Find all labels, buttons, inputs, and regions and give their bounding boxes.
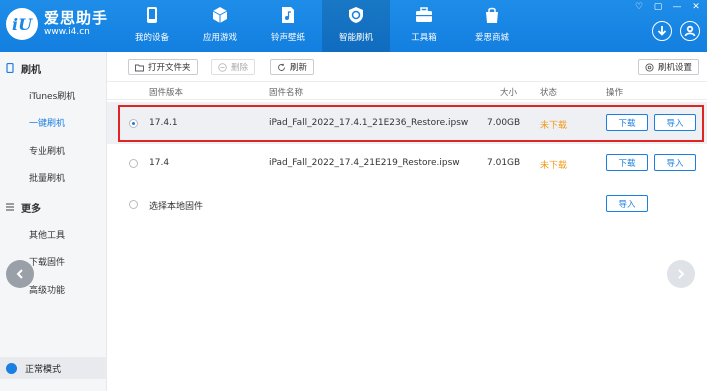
import-button[interactable]: 导入 — [654, 154, 696, 171]
nav-ringtones-wallpapers[interactable]: 铃声壁纸 — [254, 0, 322, 52]
sidebar-item-label: 下载固件 — [29, 257, 66, 268]
refresh-icon — [278, 63, 285, 71]
header-name: 固件名称 — [269, 88, 304, 98]
firmware-radio[interactable] — [129, 159, 138, 168]
local-import-button[interactable]: 导入 — [606, 195, 648, 212]
header-actions: 操作 — [606, 88, 624, 98]
main-nav: 我的设备 应用游戏 铃声壁纸 智能刷机 工具箱 爱思商城 — [118, 0, 526, 52]
phone-icon — [143, 6, 161, 24]
sidebar-item-label: 其他工具 — [29, 230, 66, 241]
sidebar: 刷机 iTunes刷机 一键刷机 专业刷机 批量刷机 更多 其他工具 下载固件 … — [0, 52, 107, 391]
firmware-version: 17.4 — [149, 158, 170, 168]
sidebar-item-one-click-flash[interactable]: 一键刷机 — [0, 111, 107, 133]
open-folder-button[interactable]: 打开文件夹 — [128, 59, 198, 75]
app-logo: iU 爱思助手 www.i4.cn — [6, 8, 108, 40]
nav-label: 智能刷机 — [338, 33, 373, 43]
sidebar-item-pro-flash[interactable]: 专业刷机 — [0, 139, 107, 161]
phone-outline-icon — [5, 63, 15, 73]
refresh-label: 刷新 — [290, 63, 308, 73]
nav-smart-flash[interactable]: 智能刷机 — [322, 0, 390, 52]
restore-icon[interactable]: ▢ — [653, 2, 663, 12]
open-folder-label: 打开文件夹 — [148, 63, 191, 73]
toolbar: 打开文件夹 删除 刷新 刷机设置 — [107, 52, 707, 82]
nav-toolbox[interactable]: 工具箱 — [390, 0, 458, 52]
sidebar-section-label: 刷机 — [21, 64, 41, 76]
download-button[interactable]: 下载 — [606, 154, 648, 171]
next-arrow-icon[interactable] — [667, 260, 695, 288]
menu-lines-icon — [5, 202, 15, 212]
local-firmware-label: 选择本地固件 — [149, 202, 204, 212]
user-icon[interactable] — [680, 21, 700, 41]
refresh-shield-icon — [347, 6, 365, 24]
nav-my-device[interactable]: 我的设备 — [118, 0, 186, 52]
shopping-bag-icon — [483, 6, 501, 24]
sidebar-item-other-tools[interactable]: 其他工具 — [0, 223, 107, 245]
sidebar-item-batch-flash[interactable]: 批量刷机 — [0, 166, 107, 188]
gear-icon — [645, 62, 654, 72]
download-icon[interactable] — [652, 21, 672, 41]
sidebar-item-label: iTunes刷机 — [29, 91, 76, 102]
header-status: 状态 — [540, 88, 558, 98]
app-title: 爱思助手 — [44, 9, 109, 27]
selection-highlight — [118, 105, 704, 142]
music-file-icon — [279, 6, 297, 24]
window-controls: ♡ ▢ — ✕ — [634, 2, 701, 12]
firmware-table-header: 固件版本 固件名称 大小 状态 操作 — [107, 83, 707, 100]
firmware-name: iPad_Fall_2022_17.4_21E219_Restore.ipsw — [269, 158, 460, 168]
header-version: 固件版本 — [149, 88, 184, 98]
nav-store[interactable]: 爱思商城 — [458, 0, 526, 52]
header-size: 大小 — [500, 88, 518, 98]
sidebar-item-itunes-flash[interactable]: iTunes刷机 — [0, 84, 107, 106]
flash-settings-label: 刷机设置 — [658, 63, 693, 73]
favorite-icon[interactable]: ♡ — [634, 2, 644, 12]
table-row[interactable]: 17.4 iPad_Fall_2022_17.4_21E219_Restore.… — [107, 142, 707, 184]
delete-button[interactable]: 删除 — [211, 59, 256, 75]
app-url: www.i4.cn — [44, 27, 90, 37]
sidebar-section-more[interactable]: 更多 — [0, 195, 107, 219]
delete-icon — [218, 62, 227, 72]
logo-badge-icon: iU — [6, 8, 38, 40]
local-firmware-row[interactable]: 选择本地固件 导入 — [107, 183, 707, 225]
nav-label: 铃声壁纸 — [270, 33, 305, 43]
minimize-icon[interactable]: — — [672, 2, 682, 12]
delete-label: 删除 — [231, 63, 249, 73]
sidebar-item-label: 批量刷机 — [29, 173, 66, 184]
refresh-button[interactable]: 刷新 — [270, 59, 315, 75]
nav-apps-games[interactable]: 应用游戏 — [186, 0, 254, 52]
device-mode-indicator: 正常模式 — [0, 357, 107, 379]
sidebar-section-label: 更多 — [21, 203, 41, 215]
firmware-status: 未下载 — [540, 161, 568, 171]
mode-status-icon — [6, 362, 17, 374]
nav-label: 应用游戏 — [202, 33, 237, 43]
nav-label: 工具箱 — [411, 33, 437, 43]
sidebar-item-label: 高级功能 — [29, 285, 66, 296]
device-mode-label: 正常模式 — [25, 364, 62, 375]
local-firmware-radio[interactable] — [129, 200, 138, 209]
app-header: iU 爱思助手 www.i4.cn 我的设备 应用游戏 铃声壁纸 智能刷机 工具… — [0, 0, 707, 52]
firmware-size: 7.01GB — [487, 158, 521, 168]
previous-arrow-icon[interactable] — [6, 260, 34, 288]
toolbox-icon — [415, 6, 433, 24]
nav-label: 爱思商城 — [474, 33, 509, 43]
sidebar-section-flash[interactable]: 刷机 — [0, 56, 107, 80]
sidebar-item-label: 一键刷机 — [29, 118, 66, 129]
nav-label: 我的设备 — [134, 33, 169, 43]
folder-icon — [135, 64, 144, 71]
close-icon[interactable]: ✕ — [691, 2, 701, 12]
flash-settings-button[interactable]: 刷机设置 — [638, 59, 700, 75]
sidebar-item-label: 专业刷机 — [29, 146, 66, 157]
cube-icon — [211, 6, 229, 24]
